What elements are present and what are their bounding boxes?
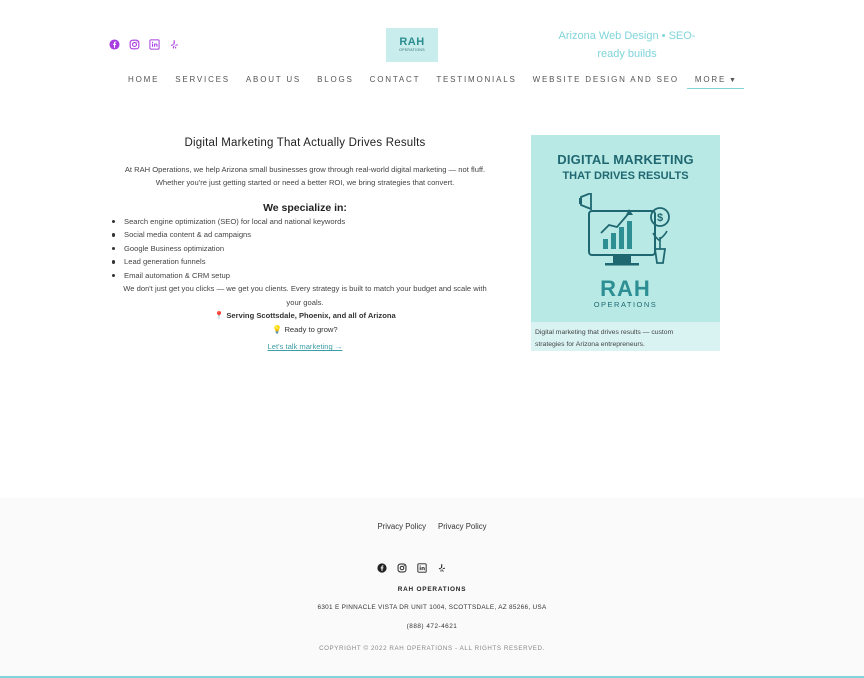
main-content: Digital Marketing That Actually Drives R… xyxy=(104,136,506,354)
pin-icon: 📍 xyxy=(214,311,225,321)
strategy-line-2: your goals. xyxy=(286,297,324,307)
footer-phone[interactable]: (888) 472-4621 xyxy=(0,623,864,630)
serving-area: 📍 Serving Scottsdale, Phoenix, and all o… xyxy=(104,309,506,323)
nav-item-about-us[interactable]: ABOUT US xyxy=(238,74,309,89)
nav-item-website-design-seo[interactable]: WEBSITE DESIGN AND SEO xyxy=(525,74,687,89)
header-social-links xyxy=(108,38,180,50)
logo-text: RAH xyxy=(399,36,425,48)
site-tagline: Arizona Web Design • SEO- ready builds xyxy=(556,27,698,63)
main-nav: HOME SERVICES ABOUT US BLOGS CONTACT TES… xyxy=(0,74,864,89)
instagram-icon[interactable] xyxy=(396,562,408,574)
linkedin-icon[interactable] xyxy=(416,562,428,574)
footer-social-links xyxy=(376,562,448,574)
footer-company-name: RAH OPERATIONS xyxy=(397,586,467,593)
nav-item-home[interactable]: HOME xyxy=(120,74,167,89)
list-item: Google Business optimization xyxy=(112,242,506,256)
strategy-line-1: We don't just get you clicks — we get yo… xyxy=(123,284,487,294)
footer-copyright: COPYRIGHT © 2022 RAH OPERATIONS - ALL RI… xyxy=(319,645,545,652)
cta-link[interactable]: Let's talk marketing → xyxy=(268,340,343,354)
strategy-text: We don't just get you clicks — we get yo… xyxy=(104,282,506,309)
tagline-line-1: Arizona Web Design • SEO- xyxy=(558,30,696,42)
nav-item-contact[interactable]: CONTACT xyxy=(362,74,429,89)
tagline-line-2: ready builds xyxy=(597,48,657,60)
list-item: Search engine optimization (SEO) for loc… xyxy=(112,215,506,229)
list-item: Social media content & ad campaigns xyxy=(112,228,506,242)
footer-address: 6301 E PINNACLE VISTA DR UNIT 1004, SCOT… xyxy=(317,604,547,611)
services-list: Search engine optimization (SEO) for loc… xyxy=(104,215,506,283)
list-item: Lead generation funnels xyxy=(112,255,506,269)
list-item: Email automation & CRM setup xyxy=(112,269,506,283)
caption-line-2: strategies for Arizona entrepreneurs. xyxy=(535,341,645,348)
linkedin-icon[interactable] xyxy=(148,38,160,50)
nav-more-label: MORE xyxy=(694,75,727,84)
yelp-icon[interactable] xyxy=(168,38,180,50)
caret-down-icon: ▼ xyxy=(727,77,736,84)
serving-text: Serving Scottsdale, Phoenix, and all of … xyxy=(226,311,396,321)
privacy-policy-link[interactable]: Privacy Policy xyxy=(377,522,426,531)
lightbulb-icon: 💡 xyxy=(272,324,283,334)
site-logo[interactable]: RAH OPERATIONS xyxy=(386,28,438,62)
promo-graphic[interactable]: DIGITAL MARKETING THAT DRIVES RESULTS $ xyxy=(531,135,720,322)
ready-line: 💡 Ready to grow? xyxy=(104,323,506,337)
nav-item-more[interactable]: MORE ▼ xyxy=(686,74,744,89)
graphic-brand: RAH xyxy=(600,276,651,301)
graphic-headline-2: THAT DRIVES RESULTS xyxy=(562,170,689,182)
marketing-illustration-icon: $ xyxy=(579,193,670,266)
page-title: Digital Marketing That Actually Drives R… xyxy=(184,137,426,149)
promo-card: DIGITAL MARKETING THAT DRIVES RESULTS $ xyxy=(531,135,720,351)
intro-line-2: Whether you're just getting started or n… xyxy=(155,178,455,188)
logo-subtext: OPERATIONS xyxy=(399,48,425,52)
promo-caption: Digital marketing that drives results — … xyxy=(535,327,716,351)
graphic-brand-sub: OPERATIONS xyxy=(593,300,658,309)
intro-text: At RAH Operations, we help Arizona small… xyxy=(104,163,506,190)
nav-item-services[interactable]: SERVICES xyxy=(167,74,238,89)
facebook-icon[interactable] xyxy=(376,562,388,574)
instagram-icon[interactable] xyxy=(128,38,140,50)
caption-line-1: Digital marketing that drives results — … xyxy=(535,329,674,336)
specialize-heading: We specialize in: xyxy=(263,201,347,214)
nav-item-blogs[interactable]: BLOGS xyxy=(309,74,362,89)
svg-text:$: $ xyxy=(657,212,663,224)
graphic-headline-1: DIGITAL MARKETING xyxy=(557,152,694,167)
privacy-policy-link[interactable]: Privacy Policy xyxy=(438,522,487,531)
nav-item-testimonials[interactable]: TESTIMONIALS xyxy=(428,74,524,89)
facebook-icon[interactable] xyxy=(108,38,120,50)
yelp-icon[interactable] xyxy=(436,562,448,574)
ready-text: Ready to grow? xyxy=(284,324,338,334)
intro-line-1: At RAH Operations, we help Arizona small… xyxy=(124,165,486,174)
site-footer: Privacy Policy Privacy Policy RAH OPERAT… xyxy=(0,498,864,678)
page: RAH OPERATIONS Arizona Web Design • SEO-… xyxy=(0,0,864,678)
footer-links: Privacy Policy Privacy Policy xyxy=(0,522,864,531)
